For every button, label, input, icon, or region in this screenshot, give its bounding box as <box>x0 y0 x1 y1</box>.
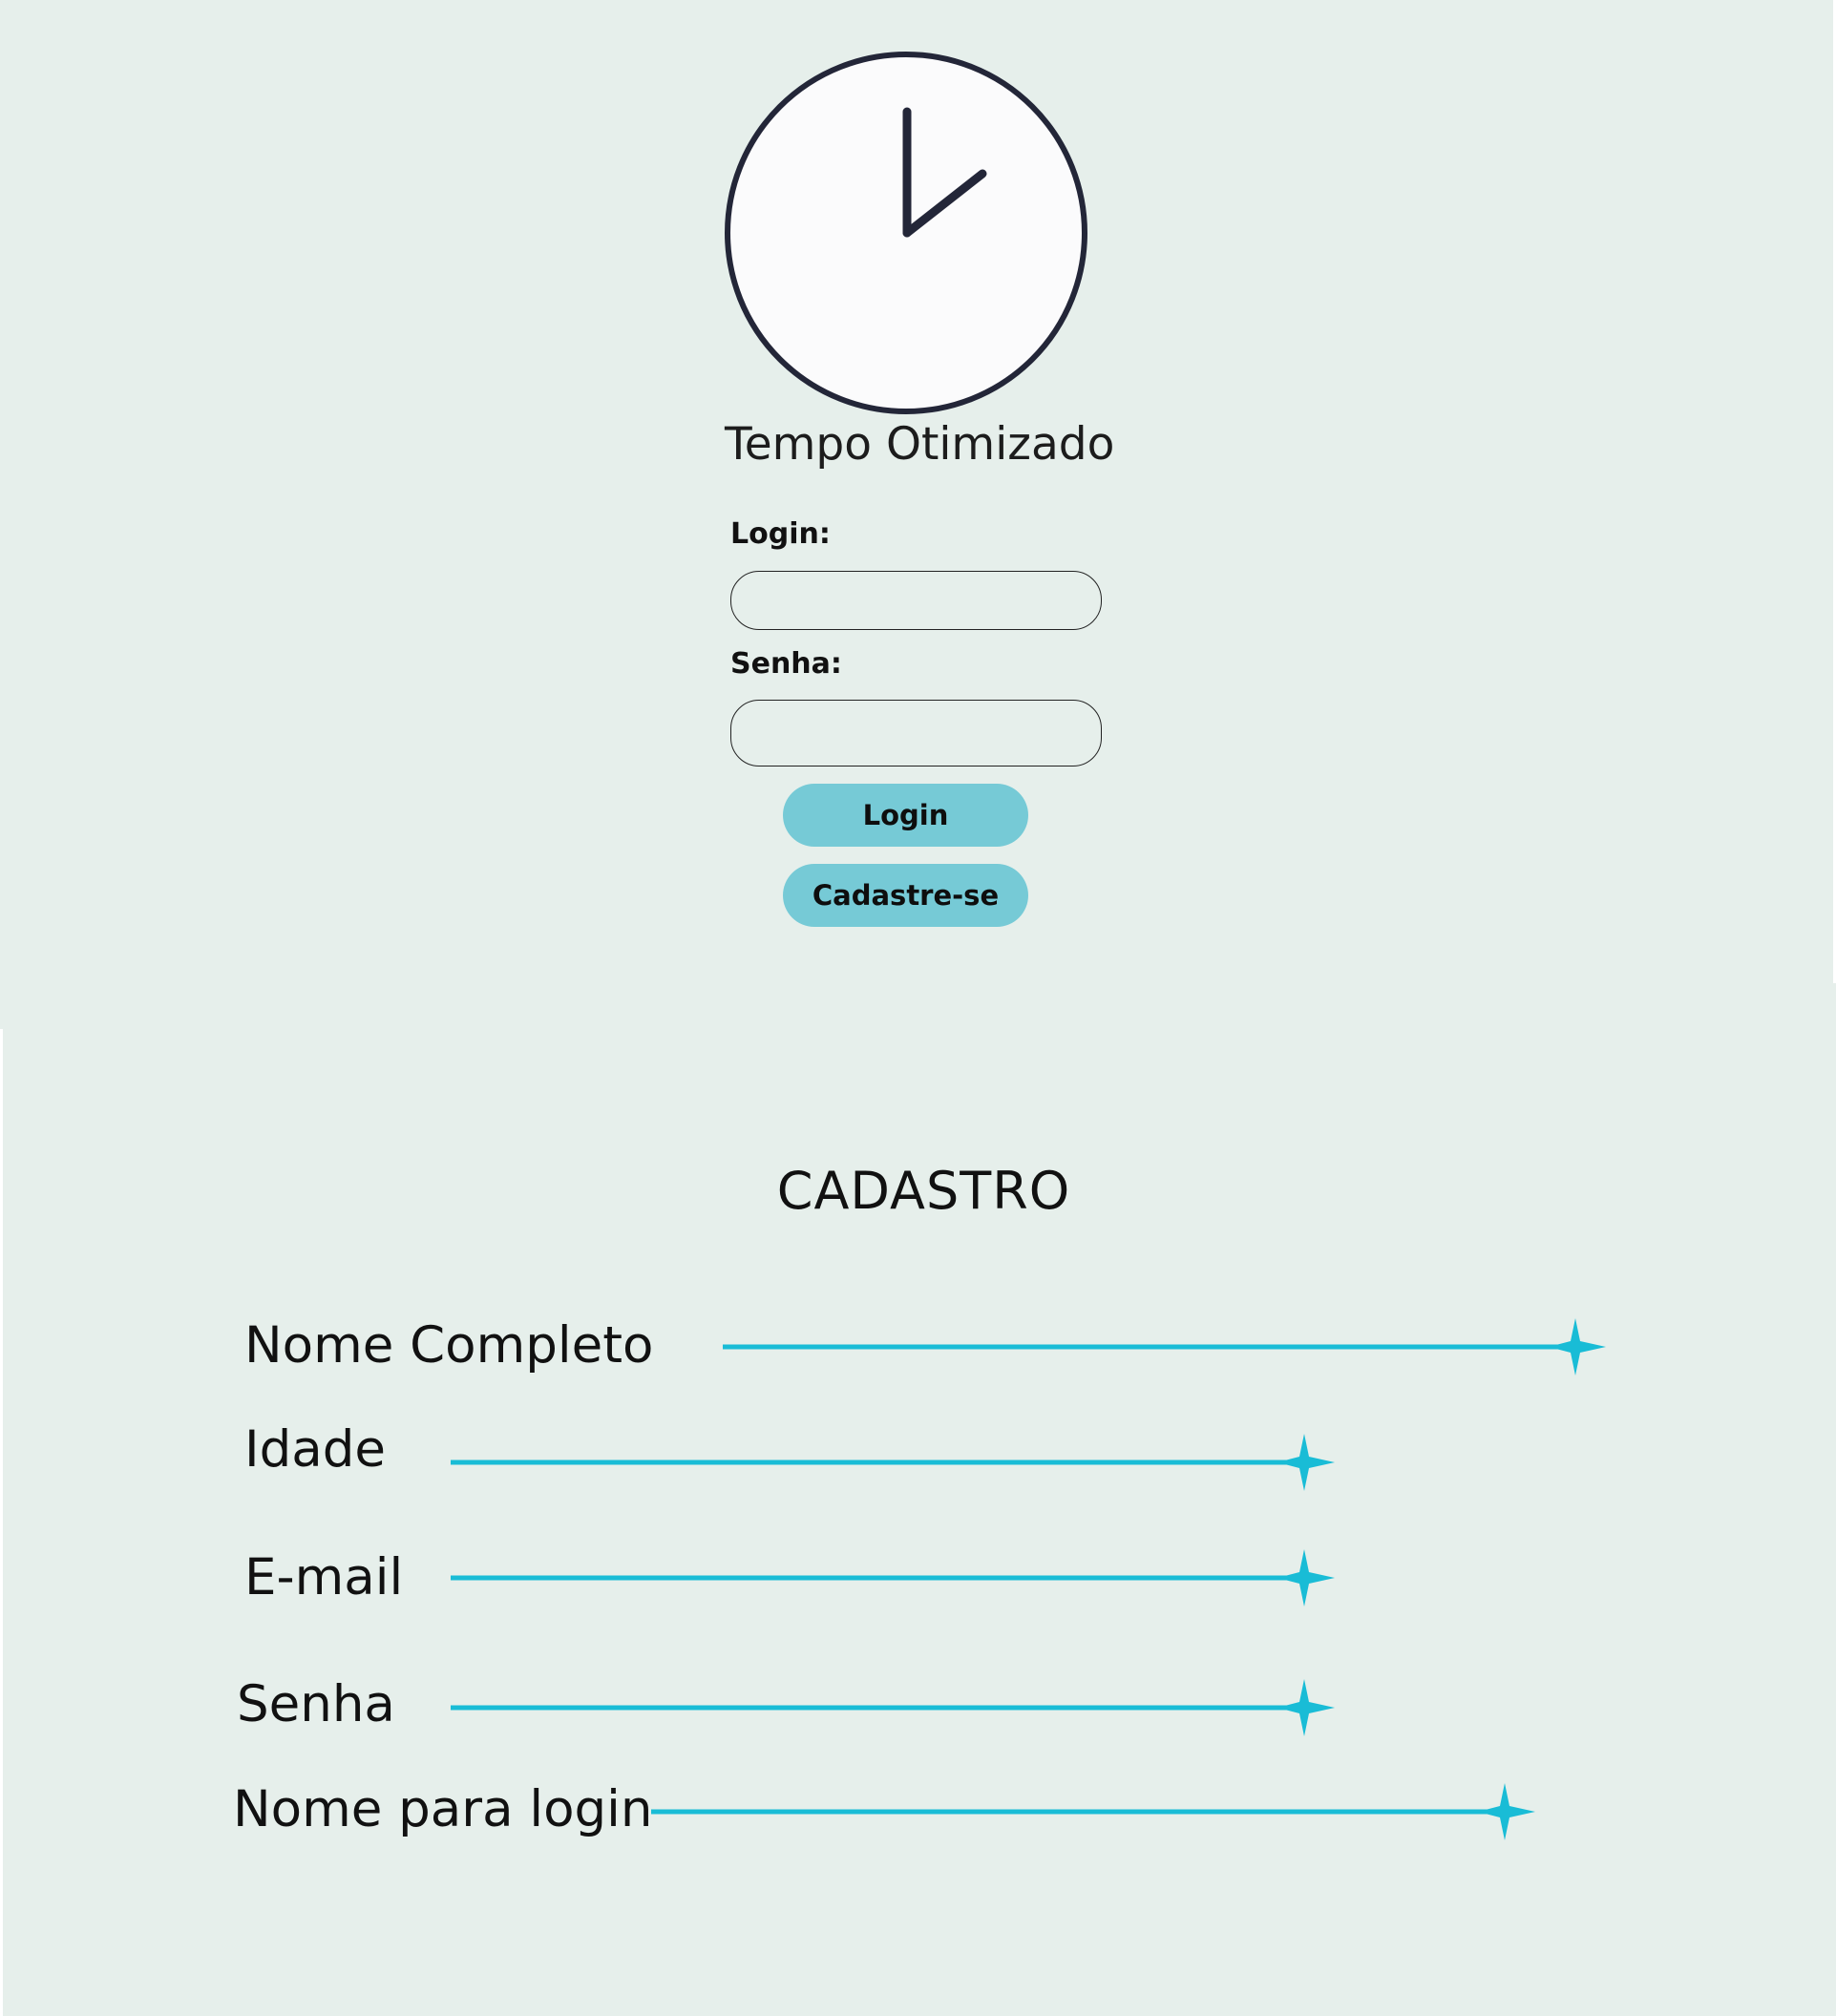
username-label: Nome para login <box>233 1780 653 1838</box>
login-button[interactable]: Login <box>783 784 1028 847</box>
age-field[interactable] <box>451 1434 1335 1491</box>
email-label: E-mail <box>244 1548 404 1606</box>
senha-label: Senha: <box>730 647 842 681</box>
signup-button[interactable]: Cadastre-se <box>783 864 1028 927</box>
sparkle-star-icon <box>1478 1783 1535 1840</box>
full-name-label: Nome Completo <box>244 1316 654 1375</box>
password-field[interactable] <box>451 1679 1335 1736</box>
app-title: Tempo Otimizado <box>725 418 1115 471</box>
cadastro-title: CADASTRO <box>776 1161 1071 1221</box>
page: Tempo Otimizado Login: Senha: Login Cada… <box>0 0 1836 2016</box>
password-input[interactable] <box>730 700 1102 766</box>
login-input[interactable] <box>730 571 1102 630</box>
age-label: Idade <box>244 1420 387 1479</box>
sparkle-star-icon <box>1277 1549 1335 1606</box>
sparkle-star-icon <box>1549 1318 1606 1376</box>
full-name-field[interactable] <box>723 1318 1606 1376</box>
password-label: Senha <box>237 1675 395 1733</box>
email-field[interactable] <box>451 1549 1335 1606</box>
sparkle-star-icon <box>1277 1679 1335 1736</box>
username-field[interactable] <box>651 1783 1535 1840</box>
clock-icon <box>723 50 1089 416</box>
login-label: Login: <box>730 517 831 551</box>
sparkle-star-icon <box>1277 1434 1335 1491</box>
